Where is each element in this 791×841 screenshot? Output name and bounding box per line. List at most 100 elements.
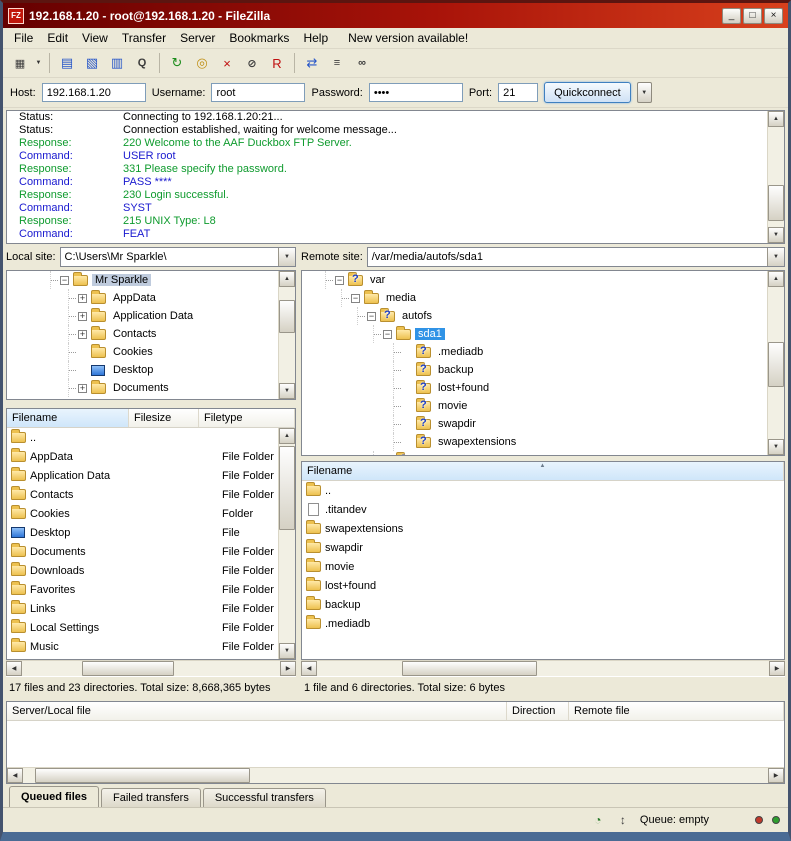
filter-icon[interactable]: Q bbox=[130, 52, 154, 74]
log-vertical-scrollbar[interactable]: ▲ ▼ bbox=[767, 111, 784, 243]
tree-item[interactable]: + Contacts bbox=[7, 325, 295, 343]
remote-horizontal-scrollbar[interactable]: ◀ ▶ bbox=[301, 660, 785, 676]
scrollbar-thumb[interactable] bbox=[279, 300, 295, 333]
scroll-up-button[interactable]: ▲ bbox=[279, 271, 295, 287]
queue-horizontal-scrollbar[interactable]: ◀ ▶ bbox=[7, 767, 784, 783]
toggle-message-log-icon[interactable]: ▤ bbox=[55, 52, 79, 74]
speed-limits-icon[interactable]: ◔ bbox=[590, 812, 606, 828]
file-row[interactable]: Local SettingsFile Folder bbox=[7, 618, 278, 637]
tree-item-label[interactable]: AppData bbox=[110, 292, 159, 304]
file-row[interactable]: DownloadsFile Folder bbox=[7, 561, 278, 580]
username-input[interactable] bbox=[211, 83, 305, 102]
site-manager-dropdown-icon[interactable]: ▼ bbox=[33, 52, 44, 74]
tree-item-label[interactable]: autofs bbox=[399, 310, 435, 322]
tree-item-label[interactable]: .mediadb bbox=[435, 346, 486, 358]
expander-icon[interactable]: + bbox=[78, 294, 87, 303]
scroll-left-button[interactable]: ◀ bbox=[7, 768, 23, 783]
file-row[interactable]: ContactsFile Folder bbox=[7, 485, 278, 504]
scroll-left-button[interactable]: ◀ bbox=[301, 661, 317, 676]
toggle-local-tree-icon[interactable]: ▧ bbox=[80, 52, 104, 74]
file-row[interactable]: .mediadb bbox=[302, 614, 784, 633]
tree-item[interactable]: swapextensions bbox=[302, 433, 784, 451]
remote-site-combo[interactable]: /var/media/autofs/sda1 ▼ bbox=[367, 247, 785, 267]
tree-item-label[interactable]: movie bbox=[435, 400, 470, 412]
local-site-value[interactable]: C:\Users\Mr Sparkle\ bbox=[61, 248, 278, 266]
tree-item-label[interactable]: lost+found bbox=[435, 382, 492, 394]
directory-comparison-icon[interactable]: ⇄ bbox=[300, 52, 324, 74]
column-header-remote-file[interactable]: Remote file bbox=[569, 702, 784, 720]
tree-item[interactable]: − sda1 bbox=[302, 325, 784, 343]
column-header-filename[interactable]: Filename bbox=[7, 409, 129, 427]
scroll-down-button[interactable]: ▼ bbox=[279, 643, 295, 659]
menu-help[interactable]: Help bbox=[296, 29, 335, 47]
menu-edit[interactable]: Edit bbox=[40, 29, 75, 47]
tree-item[interactable]: .mediadb bbox=[302, 343, 784, 361]
local-splitter[interactable] bbox=[6, 400, 296, 408]
tree-item-label[interactable]: var bbox=[367, 274, 388, 286]
menu-new-version[interactable]: New version available! bbox=[341, 29, 475, 47]
close-button[interactable]: × bbox=[764, 8, 783, 24]
tree-item[interactable]: − var bbox=[302, 271, 784, 289]
tree-item[interactable]: swapdir bbox=[302, 415, 784, 433]
scrollbar-track[interactable] bbox=[279, 287, 295, 383]
tree-item[interactable]: backup bbox=[302, 361, 784, 379]
file-row[interactable]: DocumentsFile Folder bbox=[7, 542, 278, 561]
tree-item-label[interactable]: media bbox=[383, 292, 419, 304]
tree-item-label[interactable]: sda1 bbox=[415, 328, 445, 340]
title-bar[interactable]: FZ 192.168.1.20 - root@192.168.1.20 - Fi… bbox=[3, 3, 788, 28]
scrollbar-thumb[interactable] bbox=[402, 661, 537, 676]
expander-icon[interactable]: + bbox=[78, 312, 87, 321]
scroll-down-button[interactable]: ▼ bbox=[768, 227, 784, 243]
menu-bookmarks[interactable]: Bookmarks bbox=[222, 29, 296, 47]
file-row[interactable]: backup bbox=[302, 595, 784, 614]
scrollbar-track[interactable] bbox=[22, 661, 280, 676]
column-header-filetype[interactable]: Filetype bbox=[199, 409, 295, 427]
file-row[interactable]: movie bbox=[302, 557, 784, 576]
tree-item[interactable]: −Mr Sparkle bbox=[7, 271, 295, 289]
column-header-direction[interactable]: Direction bbox=[507, 702, 569, 720]
scroll-left-button[interactable]: ◀ bbox=[6, 661, 22, 676]
file-row[interactable]: CookiesFolder bbox=[7, 504, 278, 523]
menu-server[interactable]: Server bbox=[173, 29, 222, 47]
maximize-button[interactable]: □ bbox=[743, 8, 762, 24]
expander-icon[interactable]: − bbox=[335, 276, 344, 285]
scrollbar-track[interactable] bbox=[768, 287, 784, 439]
toggle-remote-tree-icon[interactable]: ▥ bbox=[105, 52, 129, 74]
password-input[interactable] bbox=[369, 83, 463, 102]
scroll-down-button[interactable]: ▼ bbox=[768, 439, 784, 455]
scrollbar-thumb[interactable] bbox=[279, 446, 295, 530]
scroll-right-button[interactable]: ▶ bbox=[280, 661, 296, 676]
file-row[interactable]: lost+found bbox=[302, 576, 784, 595]
scrollbar-track[interactable] bbox=[279, 444, 295, 643]
scrollbar-track[interactable] bbox=[23, 768, 768, 783]
tree-item-label[interactable]: Mr Sparkle bbox=[92, 274, 151, 286]
local-site-dropdown-icon[interactable]: ▼ bbox=[278, 248, 295, 266]
refresh-icon[interactable]: ↻ bbox=[165, 52, 189, 74]
expander-icon[interactable]: − bbox=[383, 330, 392, 339]
expander-icon[interactable]: + bbox=[78, 330, 87, 339]
site-manager-icon[interactable]: ▦ bbox=[8, 52, 32, 74]
column-header-filename[interactable]: Filename▲ bbox=[302, 462, 784, 480]
scroll-right-button[interactable]: ▶ bbox=[769, 661, 785, 676]
file-row[interactable]: AppDataFile Folder bbox=[7, 447, 278, 466]
tree-item[interactable]: − media bbox=[302, 289, 784, 307]
file-row[interactable]: DesktopFile bbox=[7, 523, 278, 542]
tree-item[interactable]: + AppData bbox=[7, 289, 295, 307]
synchronized-browsing-icon[interactable]: ≡ bbox=[325, 52, 349, 74]
host-input[interactable] bbox=[42, 83, 146, 102]
file-row[interactable]: LinksFile Folder bbox=[7, 599, 278, 618]
file-row[interactable]: swapdir bbox=[302, 538, 784, 557]
scroll-down-button[interactable]: ▼ bbox=[279, 383, 295, 399]
tree-item-label[interactable]: Documents bbox=[110, 382, 172, 394]
expander-icon[interactable]: − bbox=[351, 294, 360, 303]
tree-item[interactable]: + Documents bbox=[7, 379, 295, 397]
find-files-icon[interactable]: ∞ bbox=[350, 52, 374, 74]
tree-item[interactable]: +dvd bbox=[302, 451, 784, 456]
tree-item-label[interactable]: Contacts bbox=[110, 328, 159, 340]
reconnect-icon[interactable]: R bbox=[265, 52, 289, 74]
scroll-up-button[interactable]: ▲ bbox=[279, 428, 295, 444]
tree-item-label[interactable]: swapextensions bbox=[435, 436, 519, 448]
tree-item-label[interactable]: swapdir bbox=[435, 418, 479, 430]
file-row[interactable]: swapextensions bbox=[302, 519, 784, 538]
expander-icon[interactable]: + bbox=[78, 384, 87, 393]
